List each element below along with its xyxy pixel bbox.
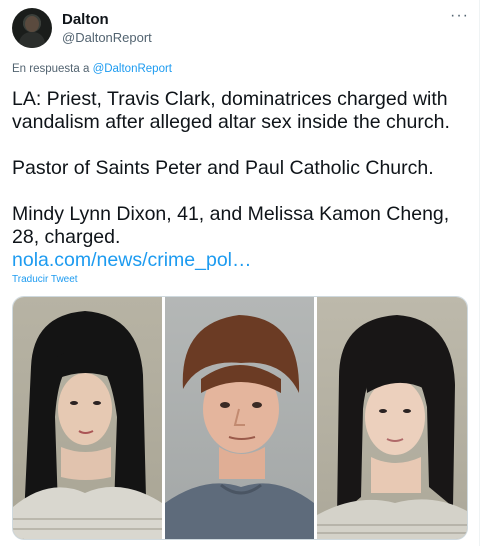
translate-tweet-link[interactable]: Traducir Tweet: [12, 274, 78, 285]
author-handle[interactable]: @DaltonReport: [62, 30, 152, 45]
tweet-text: LA: Priest, Travis Clark, dominatrices c…: [12, 88, 462, 272]
tweet-link[interactable]: nola.com/news/crime_pol…: [12, 249, 462, 272]
photo-mugshot-woman-right[interactable]: [317, 297, 467, 539]
avatar[interactable]: [12, 8, 52, 48]
avatar-body: [19, 32, 45, 48]
photo-mugshot-woman-left[interactable]: [13, 297, 162, 539]
mugshot-woman-right-image: [317, 315, 467, 539]
reply-mention-link[interactable]: @DaltonReport: [93, 63, 172, 75]
tweet-paragraph: LA: Priest, Travis Clark, dominatrices c…: [12, 88, 450, 133]
mugshot-woman-left-image: [13, 311, 162, 539]
tweet-paragraph: Pastor of Saints Peter and Paul Catholic…: [12, 157, 434, 179]
author-name[interactable]: Dalton: [62, 11, 109, 28]
tweet-paragraph: Mindy Lynn Dixon, 41, and Melissa Kamon …: [12, 203, 450, 248]
media-grid: [12, 296, 468, 540]
mugshot-man-center-image: [165, 315, 314, 539]
avatar-face: [25, 16, 39, 32]
photo-mugshot-man-center[interactable]: [165, 297, 314, 539]
reply-prefix: En respuesta a: [12, 63, 90, 75]
more-options-icon[interactable]: ···: [450, 7, 469, 25]
tweet-card[interactable]: Dalton @DaltonReport ··· En respuesta a …: [0, 0, 480, 546]
reply-context: En respuesta a @DaltonReport: [12, 63, 172, 75]
